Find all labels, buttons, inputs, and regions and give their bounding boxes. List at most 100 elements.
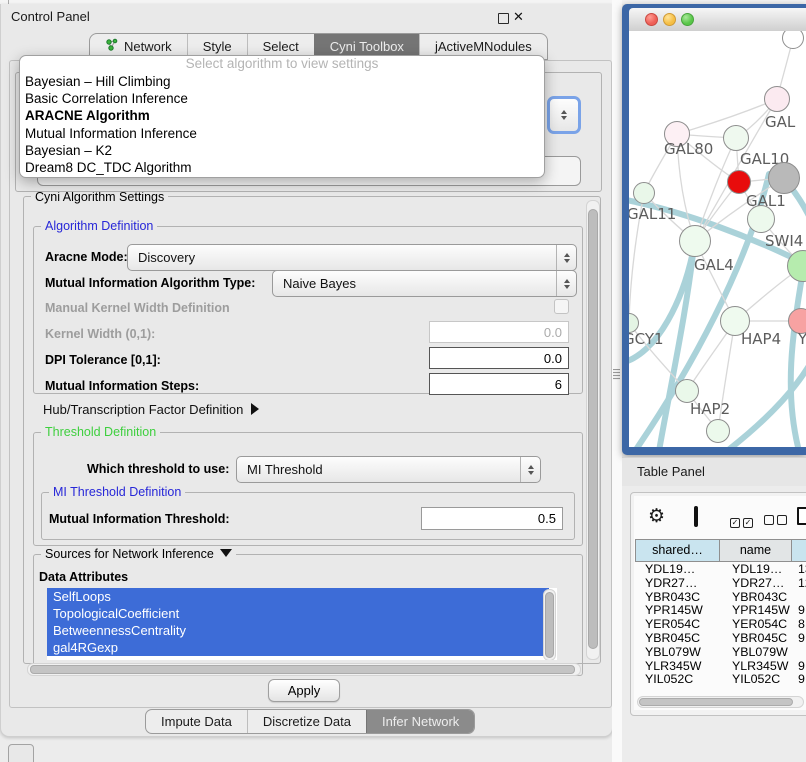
- attribute-selfloops[interactable]: SelfLoops: [47, 588, 549, 605]
- mi-threshold-field[interactable]: [421, 507, 563, 530]
- table-cell: YLR345W: [720, 660, 792, 674]
- attributes-vscrollbar-thumb[interactable]: [545, 592, 554, 658]
- table-cell: YBL079W: [635, 646, 720, 660]
- table-cell: [792, 646, 806, 660]
- manual-kernel-width-checkbox[interactable]: [554, 299, 569, 314]
- node-label-hap4: HAP4: [741, 330, 781, 348]
- sources-title: Sources for Network Inference: [45, 547, 214, 561]
- table-row[interactable]: YBR043CYBR043C: [635, 591, 806, 605]
- algorithm-definition-title: Algorithm Definition: [41, 219, 157, 233]
- table-hscrollbar-thumb[interactable]: [639, 698, 793, 706]
- data-attributes-list[interactable]: SelfLoopsTopologicalCoefficientBetweenne…: [47, 588, 557, 660]
- network-node[interactable]: [768, 162, 800, 194]
- data-attributes-items: SelfLoopsTopologicalCoefficientBetweenne…: [47, 588, 557, 656]
- aracne-mode-combo[interactable]: Discovery: [127, 244, 577, 271]
- tab-infer-network[interactable]: Infer Network: [366, 710, 474, 733]
- table-cell: YIL052C: [720, 673, 792, 687]
- dpi-tolerance-label: DPI Tolerance [0,1]:: [45, 353, 161, 367]
- which-threshold-value: MI Threshold: [237, 462, 323, 477]
- new-table-icon[interactable]: [797, 507, 806, 525]
- minimize-window-icon[interactable]: [663, 13, 676, 26]
- tab-impute-data[interactable]: Impute Data: [146, 710, 247, 733]
- algorithm-option-mutual-information-inference[interactable]: Mutual Information Inference: [20, 125, 544, 142]
- select-all-checks-icon[interactable]: ✓✓: [730, 512, 753, 530]
- network-node-gal[interactable]: [764, 86, 790, 112]
- data-attributes-label: Data Attributes: [39, 570, 128, 584]
- table-toolbar: ⚙ ✓✓: [634, 504, 806, 534]
- zoom-window-icon[interactable]: [681, 13, 694, 26]
- which-threshold-combo[interactable]: MI Threshold: [236, 456, 541, 483]
- table-cell: YDL19…: [635, 563, 720, 577]
- settings-vscrollbar[interactable]: [586, 200, 600, 660]
- mi-threshold-label: Mutual Information Threshold:: [49, 512, 230, 526]
- network-node-gal11[interactable]: [633, 182, 655, 204]
- dpi-tolerance-field[interactable]: [429, 347, 569, 369]
- network-canvas[interactable]: GALGAL80GAL10GAL1GAL11SWI4GAL4GCY1HAP4YH…: [629, 31, 806, 447]
- corner-button-fragment[interactable]: [8, 744, 34, 762]
- network-window-titlebar[interactable]: [629, 8, 806, 32]
- table-row[interactable]: YER054CYER054C8.: [635, 618, 806, 632]
- table-hscrollbar[interactable]: [637, 696, 804, 708]
- attribute-gal4rgexp[interactable]: gal4RGexp: [47, 639, 549, 656]
- hub-definition-expander[interactable]: Hub/Transcription Factor Definition: [43, 402, 259, 417]
- threshold-definition-title: Threshold Definition: [41, 425, 160, 439]
- sources-title-row[interactable]: Sources for Network Inference: [41, 547, 236, 561]
- network-node[interactable]: [747, 205, 775, 233]
- kernel-width-label: Kernel Width (0,1):: [45, 327, 155, 341]
- kernel-width-field[interactable]: [429, 321, 569, 343]
- close-panel-icon[interactable]: ✕: [513, 11, 524, 23]
- table-cell: 8.: [792, 618, 806, 632]
- tab-label: Select: [263, 39, 299, 54]
- mi-algorithm-type-combo[interactable]: Naive Bayes: [272, 270, 577, 297]
- tab-label: Network: [124, 39, 172, 54]
- network-node-gal1[interactable]: [727, 170, 751, 194]
- deselect-all-checks-icon[interactable]: [764, 512, 787, 530]
- table-row[interactable]: YPR145WYPR145W9.: [635, 604, 806, 618]
- table-row[interactable]: YDL19…YDL19…13: [635, 563, 806, 577]
- node-label-y: Y: [798, 330, 806, 348]
- stepper-up-icon: [561, 110, 567, 114]
- table-cell: 9: [792, 673, 806, 687]
- table-row[interactable]: YBR045CYBR045C9.: [635, 632, 806, 646]
- apply-button[interactable]: Apply: [268, 679, 340, 702]
- column-header-3[interactable]: A: [792, 539, 806, 562]
- mi-algorithm-type-value: Naive Bayes: [273, 276, 356, 291]
- algorithm-option-basic-correlation-inference[interactable]: Basic Correlation Inference: [20, 90, 544, 107]
- table-cell: 13: [792, 563, 806, 577]
- table-row[interactable]: YIL052CYIL052C9: [635, 673, 806, 687]
- algorithm-option-dream8-dc-tdc-algorithm[interactable]: Dream8 DC_TDC Algorithm: [20, 159, 544, 176]
- cyni-algorithm-settings-title: Cyni Algorithm Settings: [31, 190, 168, 204]
- attributes-vscrollbar[interactable]: [543, 589, 556, 660]
- table-cell: [792, 591, 806, 605]
- settings-hscrollbar-thumb[interactable]: [30, 665, 575, 674]
- network-node-gal4[interactable]: [679, 225, 711, 257]
- settings-gear-icon[interactable]: ⚙: [648, 505, 665, 528]
- tab-discretize-data[interactable]: Discretize Data: [247, 710, 366, 733]
- float-panel-icon[interactable]: [498, 13, 509, 24]
- settings-vscrollbar-thumb[interactable]: [588, 209, 598, 649]
- close-window-icon[interactable]: [645, 13, 658, 26]
- table-row[interactable]: YLR345WYLR345W9.: [635, 660, 806, 674]
- attribute-topologicalcoefficient[interactable]: TopologicalCoefficient: [47, 605, 549, 622]
- algorithm-option-bayesian-hill-climbing[interactable]: Bayesian – Hill Climbing: [20, 73, 544, 90]
- table-cell: 12: [792, 577, 806, 591]
- attribute-betweennesscentrality[interactable]: BetweennessCentrality: [47, 622, 549, 639]
- splitter-grip[interactable]: [613, 369, 620, 380]
- stepper-down-icon: [561, 116, 567, 120]
- mi-steps-field[interactable]: [429, 373, 569, 395]
- combo-stepper-icon: [556, 245, 576, 270]
- column-header-1[interactable]: shared…: [635, 539, 720, 562]
- network-combo-stepper-fragment[interactable]: [547, 96, 581, 134]
- column-header-2[interactable]: name: [720, 539, 792, 562]
- settings-hscrollbar[interactable]: [27, 663, 581, 676]
- network-node[interactable]: [706, 419, 730, 443]
- algorithm-option-aracne-algorithm[interactable]: ARACNE Algorithm: [20, 107, 544, 124]
- columns-icon[interactable]: [694, 506, 698, 527]
- table-row[interactable]: YDR27…YDR27…12: [635, 577, 806, 591]
- table-row[interactable]: YBL079WYBL079W: [635, 646, 806, 660]
- control-panel: Control Panel ✕ NetworkStyleSelectCyni T…: [0, 4, 613, 737]
- algorithm-dropdown-placeholder: Select algorithm to view settings: [20, 56, 544, 73]
- algorithm-option-bayesian-k2[interactable]: Bayesian – K2: [20, 142, 544, 159]
- network-node-gal10[interactable]: [723, 125, 749, 151]
- network-view-window: GALGAL80GAL10GAL1GAL11SWI4GAL4GCY1HAP4YH…: [622, 4, 806, 455]
